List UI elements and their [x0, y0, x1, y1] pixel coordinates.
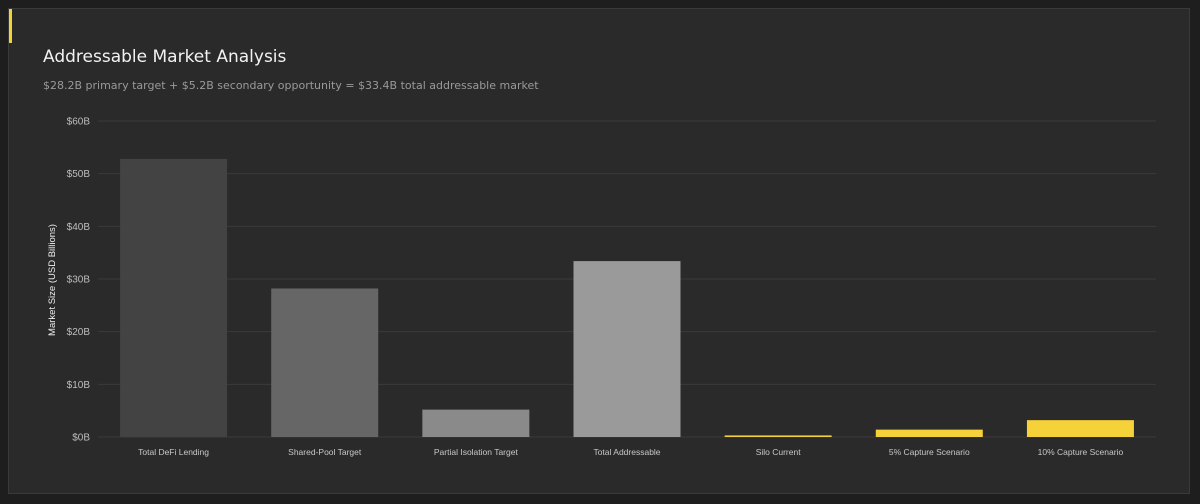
y-tick-label: $10B	[67, 380, 91, 391]
y-tick-label: $40B	[67, 222, 91, 233]
bar-silo-current	[724, 435, 832, 437]
y-axis-ticks: $0B $10B $20B $30B $40B $50B $60B	[67, 117, 91, 444]
x-tick-label: Partial Isolation Target	[434, 447, 519, 457]
bars	[120, 158, 1134, 438]
bar-5-capture-scenario	[875, 429, 983, 437]
y-axis-label: Market Size (USD Billions)	[47, 224, 58, 336]
x-tick-label: Total DeFi Lending	[138, 447, 209, 457]
x-axis-labels: Total DeFi Lending Shared-Pool Target Part…	[138, 447, 1123, 457]
bar-total-defi-lending	[120, 158, 228, 438]
y-tick-label: $30B	[67, 275, 91, 286]
y-tick-label: $60B	[67, 117, 91, 128]
bar-chart: $0B $10B $20B $30B $40B $50B $60B Market Size …	[47, 117, 1156, 457]
y-tick-label: $50B	[67, 169, 91, 180]
x-tick-label: Shared-Pool Target	[288, 447, 362, 457]
bar-shared-pool-target	[271, 288, 379, 437]
bar-partial-isolation-target	[422, 409, 530, 437]
x-tick-label: 5% Capture Scenario	[889, 447, 970, 457]
bar-10-capture-scenario	[1026, 420, 1134, 437]
x-tick-label: 10% Capture Scenario	[1038, 447, 1124, 457]
x-tick-label: Total Addressable	[593, 447, 660, 457]
bar-total-addressable	[573, 261, 681, 437]
x-tick-label: Silo Current	[756, 447, 802, 457]
y-tick-label: $20B	[67, 327, 91, 338]
y-tick-label: $0B	[72, 433, 90, 444]
